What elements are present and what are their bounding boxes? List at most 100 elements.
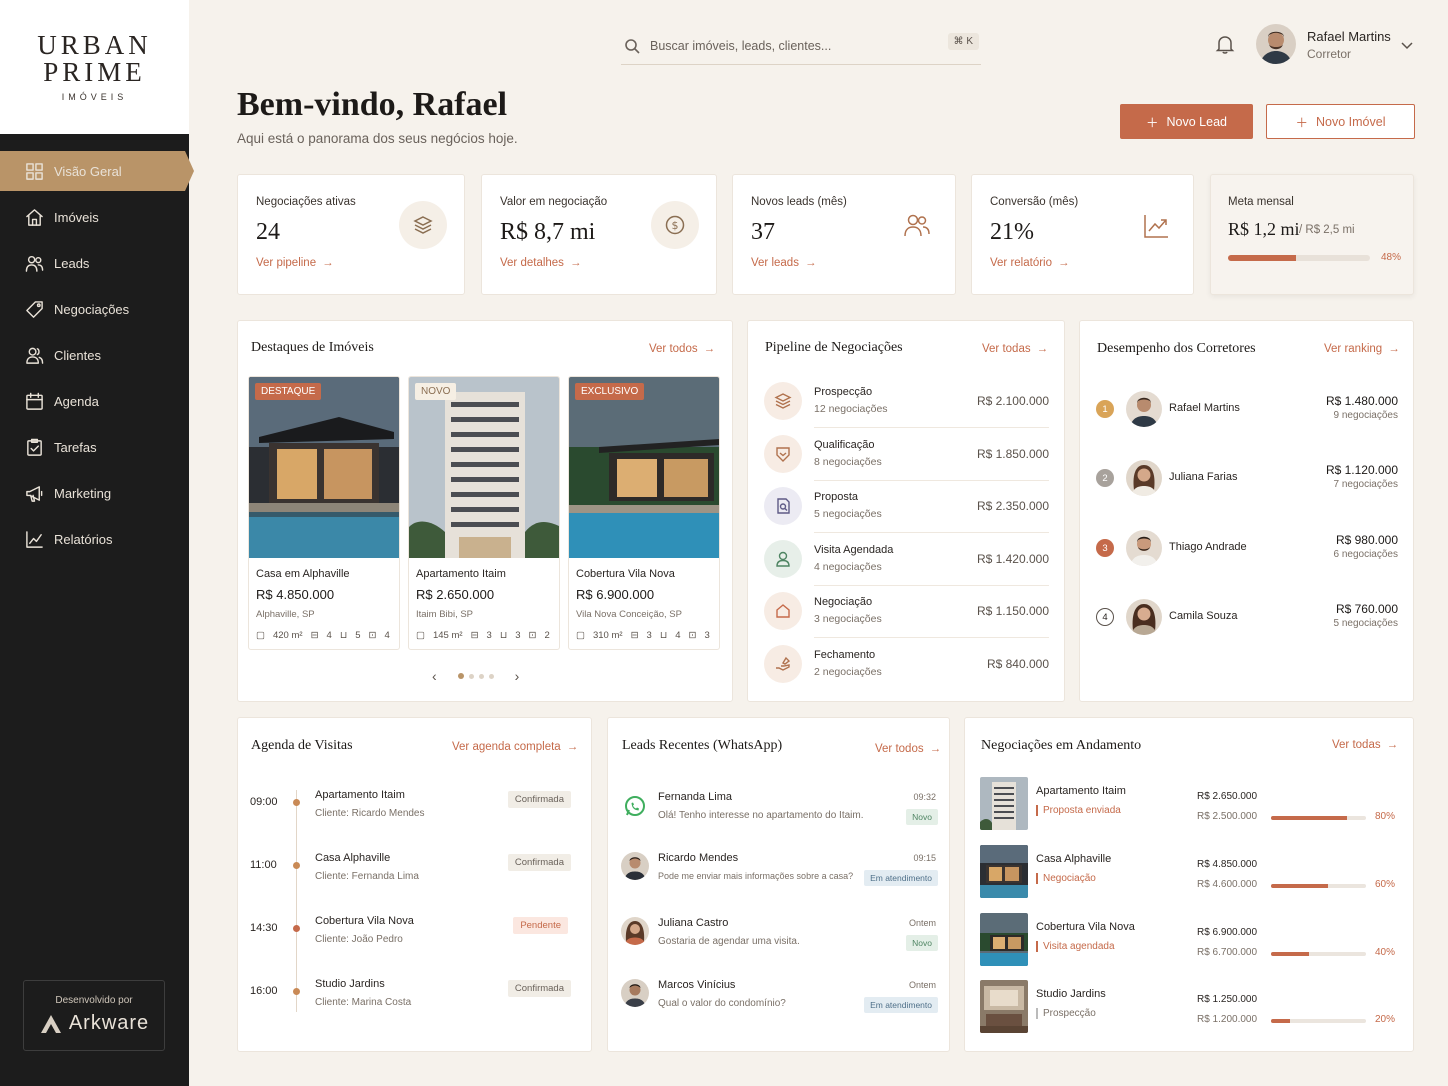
brokers-ranking-link[interactable]: Ver ranking → (1324, 343, 1400, 355)
new-property-button[interactable]: ＋ Novo Imóvel (1266, 104, 1415, 139)
search-bar[interactable]: Buscar imóveis, leads, clientes... ⌘ K (621, 28, 981, 65)
sidebar-item-relatorios[interactable]: Relatórios (0, 519, 189, 559)
grid-icon (24, 161, 44, 181)
deal-offer-price: R$ 4.600.000 (1197, 879, 1258, 890)
carousel-dot[interactable] (488, 673, 494, 679)
sidebar-item-marketing[interactable]: Marketing (0, 473, 189, 513)
chevron-left-icon[interactable]: ‹ (432, 668, 437, 684)
lead-item[interactable]: Ricardo Mendes Pode me enviar mais infor… (621, 852, 938, 892)
arrow-right-icon: → (1036, 343, 1049, 355)
deal-thumbnail (980, 913, 1028, 966)
stat-link[interactable]: Ver detalhes → (500, 257, 581, 269)
brand-logo[interactable]: URBAN PRIME IMÓVEIS (0, 0, 189, 134)
chevron-right-icon[interactable]: › (515, 668, 520, 684)
arrow-right-icon: → (1388, 343, 1400, 355)
stage-value: R$ 2.100.000 (976, 394, 1049, 408)
lead-message: Gostaria de agendar uma visita. (658, 936, 800, 947)
broker-row[interactable]: 3 Thiago Andrade R$ 980.000 6 negociaçõe… (1096, 528, 1398, 568)
deal-name: Casa Alphaville (1036, 853, 1112, 865)
agenda-item[interactable]: 14:30 Cobertura Vila Nova Cliente: João … (250, 915, 570, 955)
developed-by-box[interactable]: Desenvolvido por Arkware (23, 980, 165, 1051)
lead-item[interactable]: Juliana Castro Gostaria de agendar uma v… (621, 917, 938, 957)
carousel-dot[interactable] (478, 673, 484, 679)
stat-value: 37 (751, 219, 775, 245)
sidebar-item-tarefas[interactable]: Tarefas (0, 427, 189, 467)
broker-row[interactable]: 4 Camila Souza R$ 760.000 5 negociações (1096, 597, 1398, 637)
broker-name: Thiago Andrade (1169, 541, 1247, 553)
deal-row[interactable]: Casa Alphaville Negociação R$ 4.850.000 … (980, 845, 1400, 901)
pipeline-stage[interactable]: Prospecção 12 negociações R$ 2.100.000 (764, 376, 1049, 428)
stat-value: R$ 8,7 mi (500, 219, 596, 245)
sidebar-item-label: Tarefas (54, 439, 97, 455)
pipeline-view-all-link[interactable]: Ver todas → (982, 343, 1048, 355)
leads-view-all-link[interactable]: Ver todos → (875, 743, 941, 755)
property-location: Itaim Bibi, SP (416, 609, 474, 620)
deal-percent: 80% (1374, 811, 1395, 822)
sidebar-item-label: Clientes (54, 347, 101, 363)
search-input[interactable]: Buscar imóveis, leads, clientes... (650, 39, 831, 53)
sidebar-item-label: Leads (54, 255, 90, 271)
bath-icon: ⊔ (339, 630, 348, 641)
goal-percent: 48% (1381, 252, 1402, 263)
deal-row[interactable]: Studio Jardins Prospecção R$ 1.250.000 R… (980, 980, 1400, 1036)
sidebar-item-leads[interactable]: Leads (0, 243, 189, 283)
status-badge: Confirmada (507, 854, 571, 871)
lead-item[interactable]: Marcos Vinícius Qual o valor do condomín… (621, 979, 938, 1019)
agenda-item[interactable]: 16:00 Studio Jardins Cliente: Marina Cos… (250, 978, 571, 1018)
user-avatar[interactable] (1256, 24, 1296, 64)
bed-icon: ⊟ (470, 630, 479, 641)
property-card[interactable]: DESTAQUE Casa em Alphaville R$ 4.850.000… (248, 376, 400, 650)
deal-row[interactable]: Apartamento Itaim Proposta enviada R$ 2.… (980, 777, 1400, 833)
broker-row[interactable]: 2 Juliana Farias R$ 1.120.000 7 negociaç… (1096, 458, 1398, 498)
broker-deals: 5 negociações (1333, 618, 1399, 629)
bed-icon: ⊟ (630, 630, 639, 641)
layers-icon (399, 201, 447, 249)
deal-row[interactable]: Cobertura Vila Nova Visita agendada R$ 6… (980, 913, 1400, 969)
broker-row[interactable]: 1 Rafael Martins R$ 1.480.000 9 negociaç… (1096, 389, 1398, 429)
sidebar-item-negociacoes[interactable]: Negociações (0, 289, 189, 329)
pipeline-stage[interactable]: Negociação 3 negociações R$ 1.150.000 (764, 586, 1049, 638)
property-card[interactable]: NOVO Apartamento Itaim R$ 2.650.000 Itai… (408, 376, 560, 650)
user-icon (764, 540, 802, 578)
lead-name: Juliana Castro (658, 917, 729, 929)
sidebar-item-visao-geral[interactable]: Visão Geral (0, 151, 194, 191)
stat-link[interactable]: Ver relatório → (990, 257, 1070, 269)
stat-link[interactable]: Ver pipeline → (256, 257, 334, 269)
bell-icon[interactable] (1214, 33, 1236, 60)
pipeline-stage[interactable]: Visita Agendada 4 negociações R$ 1.420.0… (764, 534, 1049, 586)
sidebar-item-clientes[interactable]: Clientes (0, 335, 189, 375)
stage-value: R$ 1.850.000 (976, 447, 1049, 461)
sidebar-item-label: Marketing (54, 485, 112, 501)
deal-offer-price: R$ 1.200.000 (1197, 1014, 1258, 1025)
visit-time: 14:30 (250, 922, 278, 934)
pipeline-stage[interactable]: Qualificação 8 negociações R$ 1.850.000 (764, 429, 1049, 481)
lead-item[interactable]: Fernanda Lima Olá! Tenho interesse no ap… (621, 791, 938, 831)
deals-view-all-link[interactable]: Ver todas → (1332, 739, 1398, 751)
new-property-label: Novo Imóvel (1316, 114, 1386, 129)
arkware-brand: Arkware (68, 1012, 150, 1034)
pipeline-stage[interactable]: Fechamento 2 negociações R$ 840.000 (764, 639, 1049, 691)
carousel-dot[interactable] (468, 673, 474, 679)
arkware-logo-icon (40, 1014, 61, 1033)
property-card[interactable]: EXCLUSIVO Cobertura Vila Nova R$ 6.900.0… (568, 376, 720, 650)
sidebar-item-imoveis[interactable]: Imóveis (0, 197, 189, 237)
sidebar-item-label: Visão Geral (54, 163, 122, 179)
sidebar-item-agenda[interactable]: Agenda (0, 381, 189, 421)
user-name[interactable]: Rafael Martins (1307, 29, 1391, 44)
properties-view-all-link[interactable]: Ver todos → (649, 343, 715, 355)
car-icon: ⊡ (688, 630, 697, 641)
agenda-item[interactable]: 11:00 Casa Alphaville Cliente: Fernanda … (250, 852, 571, 892)
property-badge: NOVO (415, 383, 457, 400)
stat-link[interactable]: Ver leads → (751, 257, 816, 269)
agenda-view-all-link[interactable]: Ver agenda completa → (452, 741, 578, 753)
carousel-dot-active[interactable] (457, 673, 464, 679)
pipeline-stage[interactable]: Proposta 5 negociações R$ 2.350.000 (764, 481, 1049, 533)
visit-client: Cliente: Fernanda Lima (315, 871, 419, 882)
chevron-down-icon[interactable] (1400, 38, 1414, 56)
status-badge: Confirmada (507, 980, 571, 997)
new-lead-button[interactable]: ＋ Novo Lead (1120, 104, 1253, 139)
agenda-item[interactable]: 09:00 Apartamento Itaim Cliente: Ricardo… (250, 789, 571, 829)
arrow-right-icon: → (804, 257, 817, 269)
property-photo: EXCLUSIVO (569, 377, 719, 558)
deal-progress-bar (1271, 952, 1366, 956)
